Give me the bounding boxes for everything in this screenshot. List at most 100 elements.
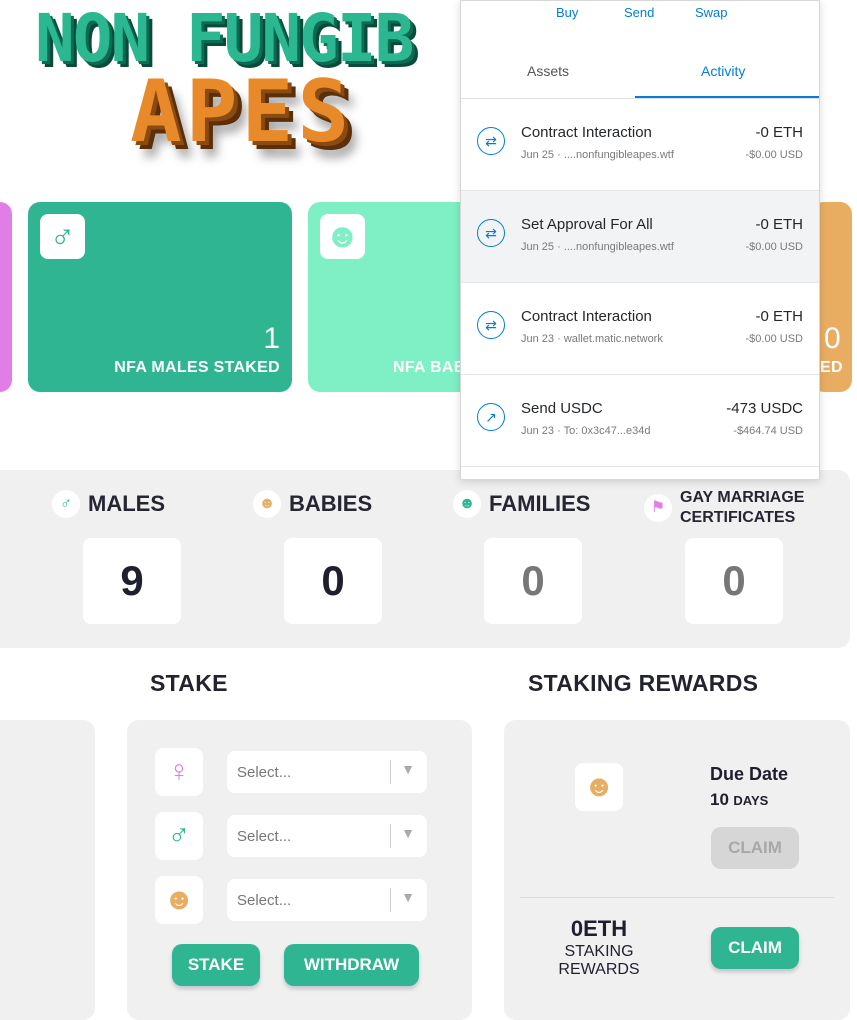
contract-interaction-icon: ⇄ (477, 311, 505, 339)
transaction-row[interactable]: ↗ Send USDC Jun 23 · To: 0x3c47...e34d -… (461, 375, 819, 467)
due-days-number: 10 (710, 790, 729, 809)
families-staked-count: 0 (824, 322, 841, 355)
certificates-heading-line2: CERTIFICATES (680, 509, 796, 526)
logo-line2: APES (130, 62, 354, 162)
transaction-usd: -$0.00 USD (745, 149, 803, 161)
logo: NON FUNGIB APES (35, 0, 465, 185)
counts-panel: ♂ MALES 9 ☻ BABIES 0 ☻ FAMILIES 0 ⚑ GAY MAR… (0, 470, 850, 648)
divider (520, 897, 834, 898)
males-heading: MALES (88, 491, 165, 516)
transaction-row[interactable]: ⇄ Set Approval For All Jun 25 · ....nonf… (461, 191, 819, 283)
transaction-date: Jun 25 (521, 241, 555, 253)
send-arrow-icon: ↗ (477, 403, 505, 431)
stat-card-males: ♂ 1 NFA MALES STAKED (28, 202, 292, 392)
contract-interaction-icon: ⇄ (477, 127, 505, 155)
transaction-origin: wallet.matic.network (563, 333, 663, 345)
approval-icon: ⇄ (477, 219, 505, 247)
transaction-title: Set Approval For All (521, 216, 653, 233)
claim-button[interactable]: CLAIM (711, 927, 799, 969)
swap-button[interactable]: Swap (695, 5, 728, 20)
transaction-meta: Jun 23 · To: 0x3c47...e34d (521, 425, 651, 437)
baby-select[interactable]: Select... ▼ (227, 879, 427, 921)
count-marriage-certificates: ⚑ GAY MARRIAGE CERTIFICATES 0 (644, 488, 844, 624)
families-count-value: 0 (484, 538, 582, 624)
baby-icon: ☻ (320, 214, 365, 259)
female-select[interactable]: Select... ▼ (227, 751, 427, 793)
due-date-value: 10 DAYS (710, 790, 768, 810)
count-families: ☻ FAMILIES 0 (453, 490, 653, 624)
transaction-amount: -473 USDC (726, 400, 803, 417)
males-staked-count: 1 (263, 322, 280, 355)
buy-button[interactable]: Buy (556, 5, 578, 20)
males-staked-label: NFA MALES STAKED (114, 359, 280, 376)
certificates-heading-line1: GAY MARRIAGE (680, 489, 805, 506)
certificates-count-value: 0 (685, 538, 783, 624)
tab-activity[interactable]: Activity (701, 63, 745, 79)
transaction-origin: To: 0x3c47...e34d (563, 425, 651, 437)
families-heading: FAMILIES (489, 491, 591, 516)
chevron-down-icon[interactable]: ▼ (401, 889, 415, 905)
male-icon: ♂ (40, 214, 85, 259)
rainbow-flag-icon: ⚑ (644, 494, 672, 522)
transaction-row[interactable]: ⇄ Contract Interaction Jun 25 · ....nonf… (461, 99, 819, 191)
stake-button[interactable]: STAKE (172, 944, 260, 986)
males-count-value: 9 (83, 538, 181, 624)
babies-heading: BABIES (289, 491, 373, 516)
transaction-amount: -0 ETH (755, 216, 803, 233)
eth-rewards-amount: 0ETH (570, 916, 628, 941)
due-date-label: Due Date (710, 764, 789, 784)
withdraw-button[interactable]: WITHDRAW (284, 944, 419, 986)
wallet-popup: Buy Send Swap Assets Activity ⇄ Contract… (460, 0, 820, 480)
transaction-usd: -$0.00 USD (745, 333, 803, 345)
transaction-usd: -$464.74 USD (733, 425, 803, 437)
transaction-date: Jun 25 (521, 149, 555, 161)
select-divider (390, 888, 391, 912)
transaction-title: Send USDC (521, 400, 603, 417)
chevron-down-icon[interactable]: ▼ (401, 825, 415, 841)
male-select-placeholder: Select... (237, 828, 292, 845)
transaction-title: Contract Interaction (521, 308, 652, 325)
transaction-row[interactable]: ⇄ Contract Interaction Jun 23 · wallet.m… (461, 283, 819, 375)
female-icon: ♀ (155, 748, 203, 796)
transaction-usd: -$0.00 USD (745, 241, 803, 253)
transaction-origin: ....nonfungibleapes.wtf (563, 241, 674, 253)
babies-staked-label: NFA BAB (393, 359, 466, 376)
babies-count-value: 0 (284, 538, 382, 624)
baby-icon: ☻ (155, 876, 203, 924)
due-days-unit: DAYS (733, 793, 769, 808)
transaction-meta: Jun 25 · ....nonfungibleapes.wtf (521, 149, 674, 161)
send-button[interactable]: Send (624, 5, 654, 20)
eth-rewards-label: STAKING REWARDS (544, 943, 654, 979)
family-icon: ☻ (453, 490, 481, 518)
stat-card-females (0, 202, 12, 392)
female-select-placeholder: Select... (237, 764, 292, 781)
eth-rewards-label-line2: REWARDS (558, 961, 640, 978)
transaction-date: Jun 23 (521, 425, 555, 437)
chevron-down-icon[interactable]: ▼ (401, 761, 415, 777)
count-babies: ☻ BABIES 0 (253, 490, 453, 624)
tab-assets[interactable]: Assets (527, 63, 569, 79)
select-divider (390, 760, 391, 784)
transaction-title: Contract Interaction (521, 124, 652, 141)
families-staked-label: ED (820, 359, 843, 376)
count-males: ♂ MALES 9 (52, 490, 252, 624)
transaction-date: Jun 23 (521, 333, 555, 345)
staking-rewards-title: STAKING REWARDS (528, 670, 759, 696)
side-panel (0, 720, 95, 1020)
transaction-amount: -0 ETH (755, 308, 803, 325)
baby-icon: ☻ (575, 763, 623, 811)
male-icon: ♂ (155, 812, 203, 860)
transaction-amount: -0 ETH (755, 124, 803, 141)
transaction-meta: Jun 23 · wallet.matic.network (521, 333, 663, 345)
eth-rewards-label-line1: STAKING (564, 943, 634, 960)
transaction-meta: Jun 25 · ....nonfungibleapes.wtf (521, 241, 674, 253)
baby-icon: ☻ (253, 490, 281, 518)
stake-panel: ♀ Select... ▼ ♂ Select... ▼ ☻ Select... … (127, 720, 472, 1020)
select-divider (390, 824, 391, 848)
stake-title: STAKE (150, 670, 228, 696)
claim-button-disabled[interactable]: CLAIM (711, 827, 799, 869)
male-select[interactable]: Select... ▼ (227, 815, 427, 857)
male-icon: ♂ (52, 490, 80, 518)
transaction-origin: ....nonfungibleapes.wtf (563, 149, 674, 161)
baby-select-placeholder: Select... (237, 892, 292, 909)
